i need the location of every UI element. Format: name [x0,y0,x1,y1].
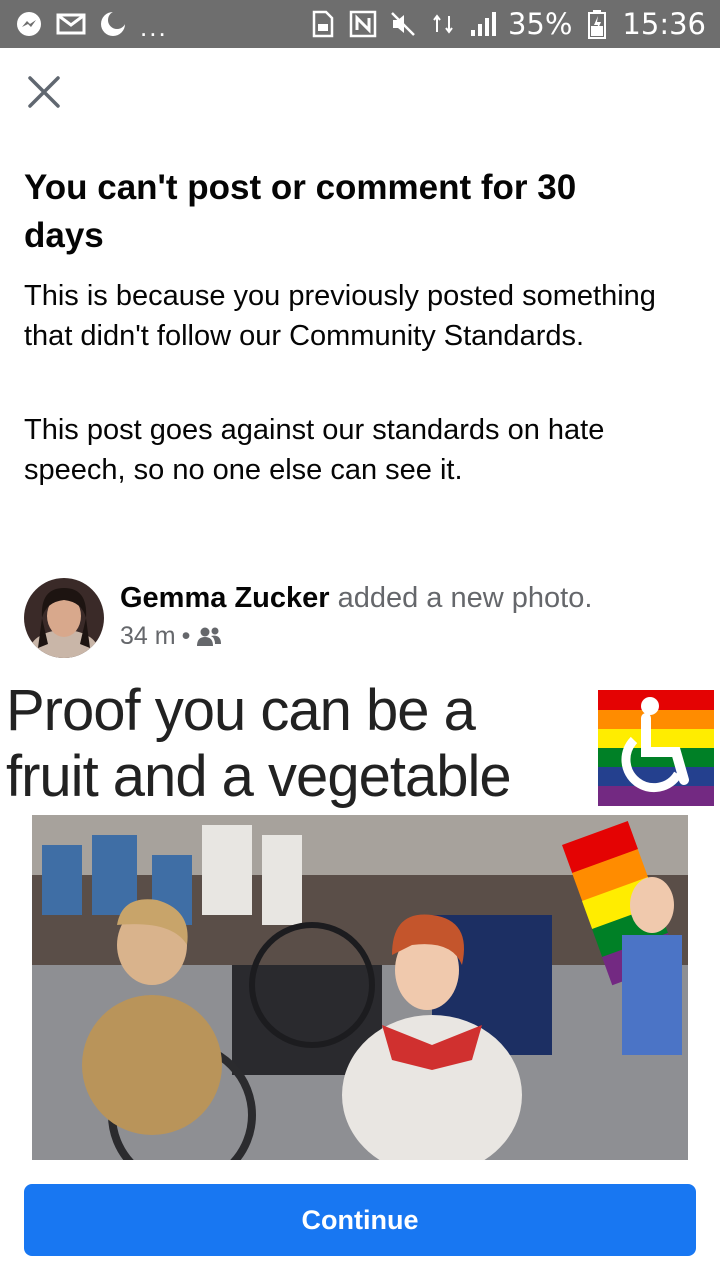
close-button[interactable] [22,70,66,114]
moon-icon [98,9,128,39]
photo-caption: Proof you can be a fruit and a vegetable [6,678,512,809]
post-time[interactable]: 34 m [120,622,176,651]
post-meta: 34 m • [120,622,222,651]
post-photo[interactable]: Proof you can be a fruit and a vegetable [0,670,720,1162]
signal-icon [468,9,498,39]
page-title: You can't post or comment for 30 days [24,168,577,255]
violation-text: This post goes against our standards on … [24,414,605,486]
nfc-icon [348,9,378,39]
clock: 15:36 [622,7,706,41]
more-notifications: ... [140,11,168,42]
gmail-icon [56,9,86,39]
avatar [24,578,104,658]
close-icon [28,76,60,108]
rainbow-wheelchair-icon [598,690,714,806]
friends-icon [197,627,222,646]
parade-photo-icon [32,815,688,1160]
mute-icon [388,9,418,39]
battery-icon [582,9,612,39]
continue-button[interactable]: Continue [24,1184,696,1256]
messenger-icon [14,9,44,39]
status-bar: ... 35% 15:36 [0,0,720,48]
sim-icon [308,9,338,39]
meta-separator: • [181,622,191,650]
author-name[interactable]: Gemma Zucker [120,582,330,614]
post-author-line: Gemma Zucker added a new photo. [120,578,592,618]
reason-text: This is because you previously posted so… [24,280,656,352]
network-icon [428,9,458,39]
battery-percent: 35% [507,7,573,41]
post-action-text: added a new photo. [329,582,593,614]
